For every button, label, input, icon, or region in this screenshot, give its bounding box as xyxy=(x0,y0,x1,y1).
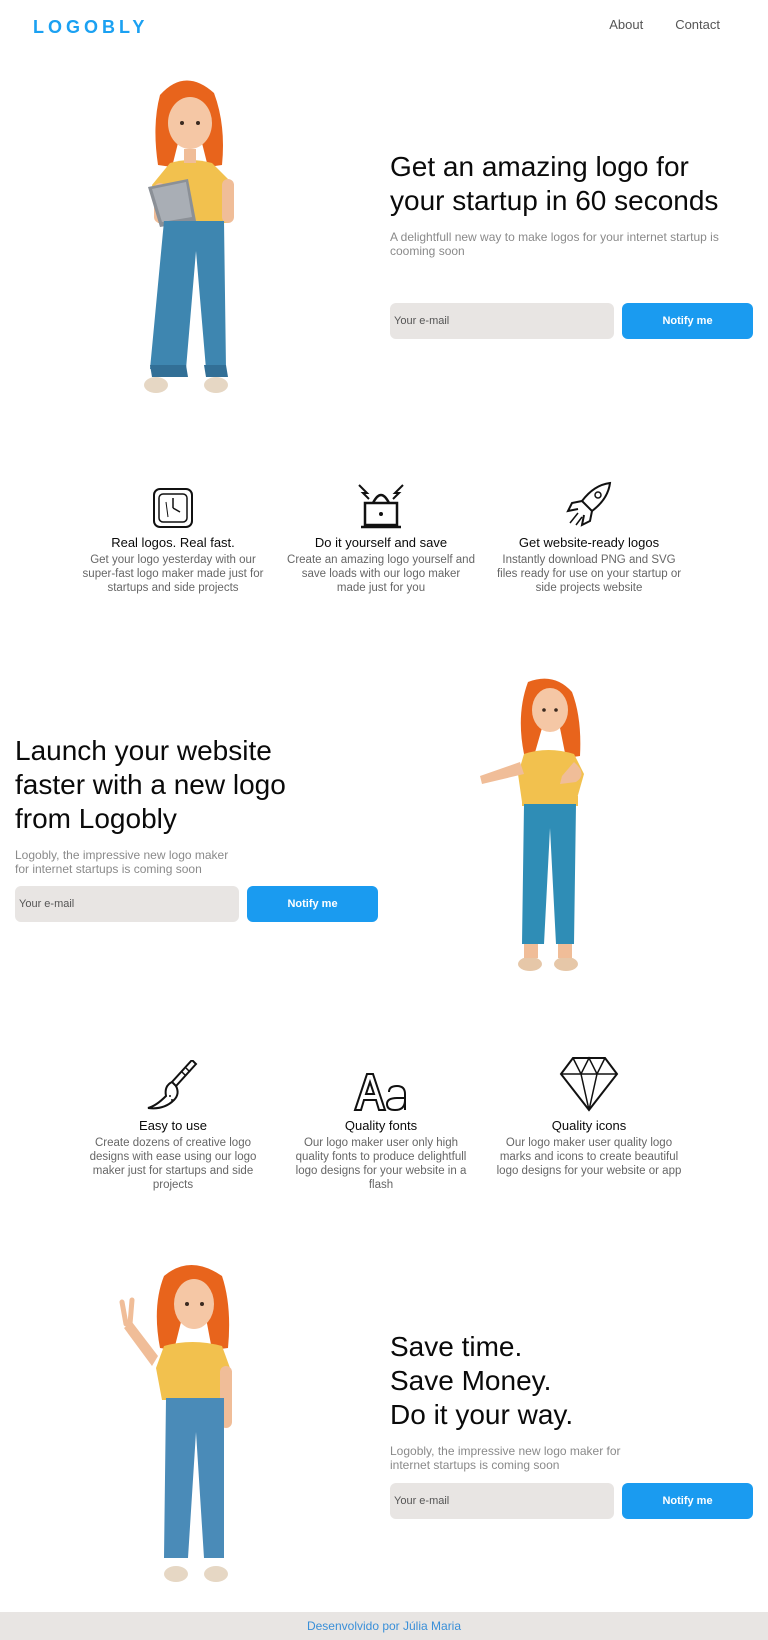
feature-text: Create an amazing logo yourself and save… xyxy=(287,554,475,594)
hero3-email-input[interactable] xyxy=(390,1483,614,1519)
rocket-icon xyxy=(566,481,612,527)
hero3-form: Notify me xyxy=(390,1483,753,1519)
feature-text: Instantly download PNG and SVG files rea… xyxy=(496,554,682,594)
nav-contact[interactable]: Contact xyxy=(675,17,720,32)
hero2-text: Launch your website faster with a new lo… xyxy=(15,734,315,876)
hero1-email-input[interactable] xyxy=(390,303,614,339)
box-icon xyxy=(358,484,404,529)
nav-about[interactable]: About xyxy=(609,17,643,32)
hero3-notify-button[interactable]: Notify me xyxy=(622,1483,753,1519)
feature-text: Our logo maker user only high quality fo… xyxy=(295,1137,467,1191)
feature-diy: Do it yourself and save Create an amazin… xyxy=(286,477,476,595)
feature-easy-to-use: Easy to use Create dozens of creative lo… xyxy=(78,1060,268,1192)
feature-title: Get website-ready logos xyxy=(518,535,660,550)
hero1-notify-button[interactable]: Notify me xyxy=(622,303,753,339)
feature-quality-icons: Quality icons Our logo maker user qualit… xyxy=(494,1056,684,1192)
girl-with-tablet-illustration xyxy=(144,80,234,393)
hero2-email-input[interactable] xyxy=(15,886,239,922)
feature-text: Get your logo yesterday with our super-f… xyxy=(82,554,264,594)
feature-title: Quality icons xyxy=(551,1118,627,1133)
hero2-title: Launch your website faster with a new lo… xyxy=(15,735,286,834)
hero3-title-line: Do it your way. xyxy=(390,1399,574,1430)
clock-icon xyxy=(153,488,193,528)
brush-icon xyxy=(147,1060,198,1110)
hero3-subtitle: Logobly, the impressive new logo maker f… xyxy=(390,1444,621,1472)
diamond-icon xyxy=(559,1056,619,1112)
feature-text: Create dozens of creative logo designs w… xyxy=(89,1137,257,1191)
font-icon xyxy=(353,1073,406,1112)
hero3-title-line: Save Money. xyxy=(390,1365,552,1396)
feature-title: Real logos. Real fast. xyxy=(111,535,235,550)
features-row-1: Real logos. Real fast. Get your logo yes… xyxy=(78,477,684,595)
top-nav: About Contact xyxy=(609,17,720,32)
girl-peace-sign-illustration xyxy=(119,1265,232,1582)
girl-pointing-illustration xyxy=(480,678,584,971)
hero1-form: Notify me xyxy=(390,303,753,339)
feature-title: Do it yourself and save xyxy=(314,535,448,550)
hero1-subtitle: A delightfull new way to make logos for … xyxy=(390,230,719,258)
hero2-form: Notify me xyxy=(15,886,378,922)
feature-real-logos: Real logos. Real fast. Get your logo yes… xyxy=(78,477,268,595)
hero3-text: Save time. Save Money. Do it your way. L… xyxy=(390,1330,720,1472)
feature-title: Easy to use xyxy=(139,1118,207,1133)
hero2-notify-button[interactable]: Notify me xyxy=(247,886,378,922)
footer: Desenvolvido por Júlia Maria xyxy=(0,1612,768,1640)
logo[interactable]: LOGOBLY xyxy=(33,17,148,38)
footer-credit[interactable]: Desenvolvido por Júlia Maria xyxy=(307,1619,461,1633)
hero3-title: Save time. Save Money. Do it your way. xyxy=(390,1330,720,1432)
feature-title: Quality fonts xyxy=(344,1118,418,1133)
hero2-subtitle: Logobly, the impressive new logo maker f… xyxy=(15,848,229,876)
hero1-title: Get an amazing logo for your startup in … xyxy=(390,151,719,216)
feature-text: Our logo maker user quality logo marks a… xyxy=(496,1137,682,1177)
hero1-text: Get an amazing logo for your startup in … xyxy=(390,150,720,258)
features-row-2: Easy to use Create dozens of creative lo… xyxy=(78,1056,684,1192)
hero3-title-line: Save time. xyxy=(390,1331,523,1362)
feature-quality-fonts: Quality fonts Our logo maker user only h… xyxy=(286,1060,476,1192)
feature-website-ready: Get website-ready logos Instantly downlo… xyxy=(494,477,684,595)
